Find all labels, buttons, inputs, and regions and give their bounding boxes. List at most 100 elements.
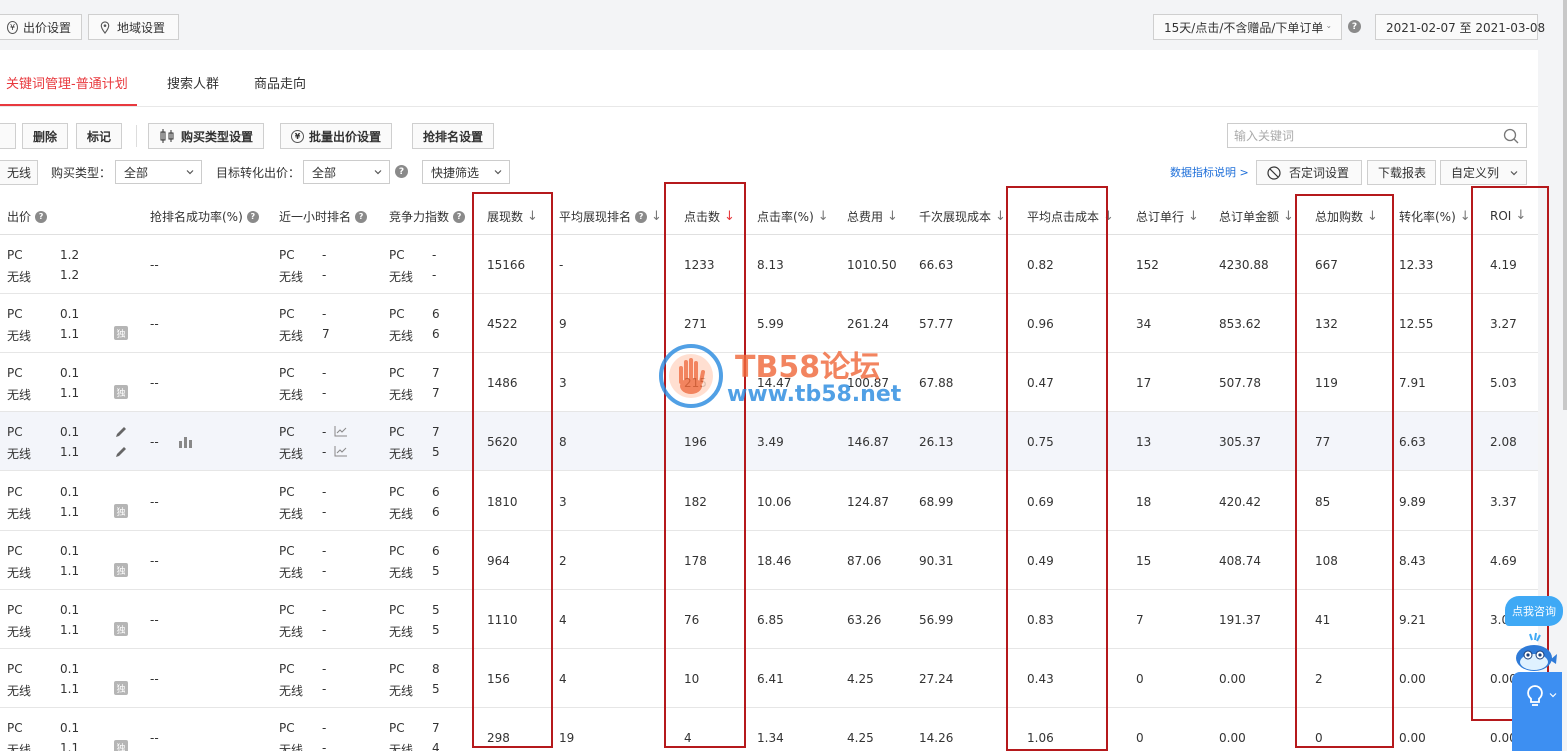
edit-pencil-icon[interactable]	[114, 425, 128, 439]
col-ctr[interactable]: 点击率(%) ↓	[757, 208, 829, 225]
col-rank-success[interactable]: 抢排名成功率(%)?	[150, 208, 259, 225]
wireless-bid-value[interactable]: 1.2	[60, 268, 79, 282]
pc-hour-rank: -	[322, 603, 327, 617]
scrollbar[interactable]	[1563, 0, 1567, 410]
wireless-label: 无线	[7, 388, 32, 402]
col-hour-rank[interactable]: 近一小时排名?	[279, 208, 368, 225]
quick-filter-select[interactable]: 快捷筛选	[422, 160, 510, 184]
wireless-competition: 7	[432, 386, 440, 400]
pc-label: PC	[279, 307, 295, 321]
pc-label: PC	[279, 248, 295, 262]
purchase-type-select[interactable]: 全部	[115, 160, 202, 184]
wireless-bid-value[interactable]: 1.1	[60, 623, 79, 637]
trend-chart-icon[interactable]	[334, 425, 348, 437]
bar-chart-icon[interactable]	[178, 435, 194, 449]
attribution-dropdown[interactable]: 15天/点击/不含赠品/下单订单	[1153, 14, 1342, 40]
pc-bid-value[interactable]: 0.1	[60, 366, 79, 380]
target-bid-select[interactable]: 全部	[303, 160, 390, 184]
metrics-explanation-link[interactable]: 数据指标说明 >	[1170, 164, 1249, 180]
cpm-value: 56.99	[919, 613, 954, 627]
rank-success-value: --	[150, 258, 159, 272]
wireless-label: 无线	[7, 566, 32, 580]
purchase-type-button[interactable]: 购买类型设置	[148, 123, 265, 149]
cost-value: 146.87	[847, 435, 889, 449]
wireless-bid-value[interactable]: 1.1	[60, 327, 79, 341]
order-amount-value: 191.37	[1219, 613, 1261, 627]
pc-hour-rank: -	[322, 425, 327, 439]
pc-label: PC	[389, 485, 405, 499]
delete-button[interactable]: 删除	[22, 123, 69, 149]
wireless-filter[interactable]: 无线	[0, 160, 38, 185]
cvr-value: 7.91	[1399, 376, 1426, 390]
assistant-panel[interactable]	[1512, 672, 1562, 751]
bid-settings-button[interactable]: ¥ 出价设置	[0, 14, 82, 40]
region-settings-button[interactable]: 地域设置	[88, 14, 179, 40]
col-order-amount[interactable]: 总订单金额 ↓	[1219, 208, 1294, 225]
consult-bubble[interactable]: 点我咨询	[1505, 596, 1563, 626]
cpm-value: 57.77	[919, 317, 954, 331]
whale-mascot-icon[interactable]	[1510, 632, 1558, 676]
chevron-down-icon[interactable]	[1549, 691, 1557, 699]
pc-bid-value[interactable]: 0.1	[60, 307, 79, 321]
wireless-bid-value[interactable]: 1.1	[60, 386, 79, 400]
cpm-value: 14.26	[919, 731, 954, 745]
exclusive-badge: 独	[114, 622, 128, 636]
wireless-bid-value[interactable]: 1.1	[60, 741, 79, 751]
wireless-competition: 5	[432, 682, 440, 696]
custom-columns-button[interactable]: 自定义列	[1440, 160, 1527, 185]
pc-bid-value[interactable]: 0.1	[60, 544, 79, 558]
col-competition[interactable]: 竞争力指数?	[389, 208, 466, 225]
pc-bid-value[interactable]: 0.1	[60, 485, 79, 499]
wireless-hour-rank: 7	[322, 327, 330, 341]
wireless-bid-value[interactable]: 1.1	[60, 682, 79, 696]
wireless-bid-value[interactable]: 1.1	[60, 505, 79, 519]
cvr-value: 0.00	[1399, 672, 1426, 686]
help-icon[interactable]: ?	[395, 165, 408, 178]
wireless-competition: 5	[432, 623, 440, 637]
cost-value: 261.24	[847, 317, 889, 331]
cost-value: 1010.50	[847, 258, 897, 272]
wireless-competition: 5	[432, 445, 440, 459]
wireless-bid-value[interactable]: 1.1	[60, 564, 79, 578]
tab-keyword-management[interactable]: 关键词管理-普通计划	[6, 73, 128, 92]
top-bar: ¥ 出价设置 地域设置 15天/点击/不含赠品/下单订单 ? 2021-02-0…	[0, 0, 1567, 50]
tab-product-direction[interactable]: 商品走向	[254, 73, 306, 92]
lightbulb-icon[interactable]	[1524, 684, 1546, 708]
wireless-label: 无线	[7, 684, 32, 698]
col-cost[interactable]: 总费用 ↓	[847, 208, 898, 225]
truncated-button[interactable]	[0, 123, 16, 149]
pc-bid-value[interactable]: 0.1	[60, 721, 79, 735]
col-avg-rank[interactable]: 平均展现排名? ↓	[559, 208, 662, 225]
wireless-label: 无线	[389, 743, 414, 751]
tab-search-audience[interactable]: 搜索人群	[167, 73, 219, 92]
download-report-button[interactable]: 下载报表	[1367, 160, 1436, 185]
col-orders[interactable]: 总订单行 ↓	[1136, 208, 1199, 225]
pc-label: PC	[279, 425, 295, 439]
col-bid[interactable]: 出价?	[7, 208, 48, 225]
rank-settings-button[interactable]: 抢排名设置	[412, 123, 495, 149]
date-range-picker[interactable]: 2021-02-07 至 2021-03-08	[1375, 14, 1545, 40]
rank-success-value: --	[150, 317, 159, 331]
col-cvr[interactable]: 转化率(%) ↓	[1399, 208, 1471, 225]
trend-chart-icon[interactable]	[334, 445, 348, 457]
pc-bid-value[interactable]: 0.1	[60, 425, 79, 439]
negative-keyword-button[interactable]: 否定词设置	[1256, 160, 1362, 185]
wireless-bid-value[interactable]: 1.1	[60, 445, 79, 459]
search-icon[interactable]	[1503, 128, 1519, 144]
watermark-title: TB58论坛	[735, 350, 881, 385]
edit-pencil-icon[interactable]	[114, 445, 128, 459]
pc-bid-value[interactable]: 0.1	[60, 662, 79, 676]
rank-success-value: --	[150, 554, 159, 568]
keyword-search-input[interactable]: 输入关键词	[1227, 123, 1527, 148]
cpm-value: 66.63	[919, 258, 954, 272]
pc-bid-value[interactable]: 0.1	[60, 603, 79, 617]
wireless-label: 无线	[279, 329, 304, 343]
pc-label: PC	[279, 603, 295, 617]
col-cpm[interactable]: 千次展现成本 ↓	[919, 208, 1006, 225]
pc-bid-value[interactable]: 1.2	[60, 248, 79, 262]
orders-value: 0	[1136, 672, 1144, 686]
batch-bid-button[interactable]: ¥ 批量出价设置	[280, 123, 393, 149]
mark-button[interactable]: 标记	[76, 123, 123, 149]
help-icon[interactable]: ?	[1348, 20, 1361, 33]
candlestick-icon	[160, 129, 174, 143]
